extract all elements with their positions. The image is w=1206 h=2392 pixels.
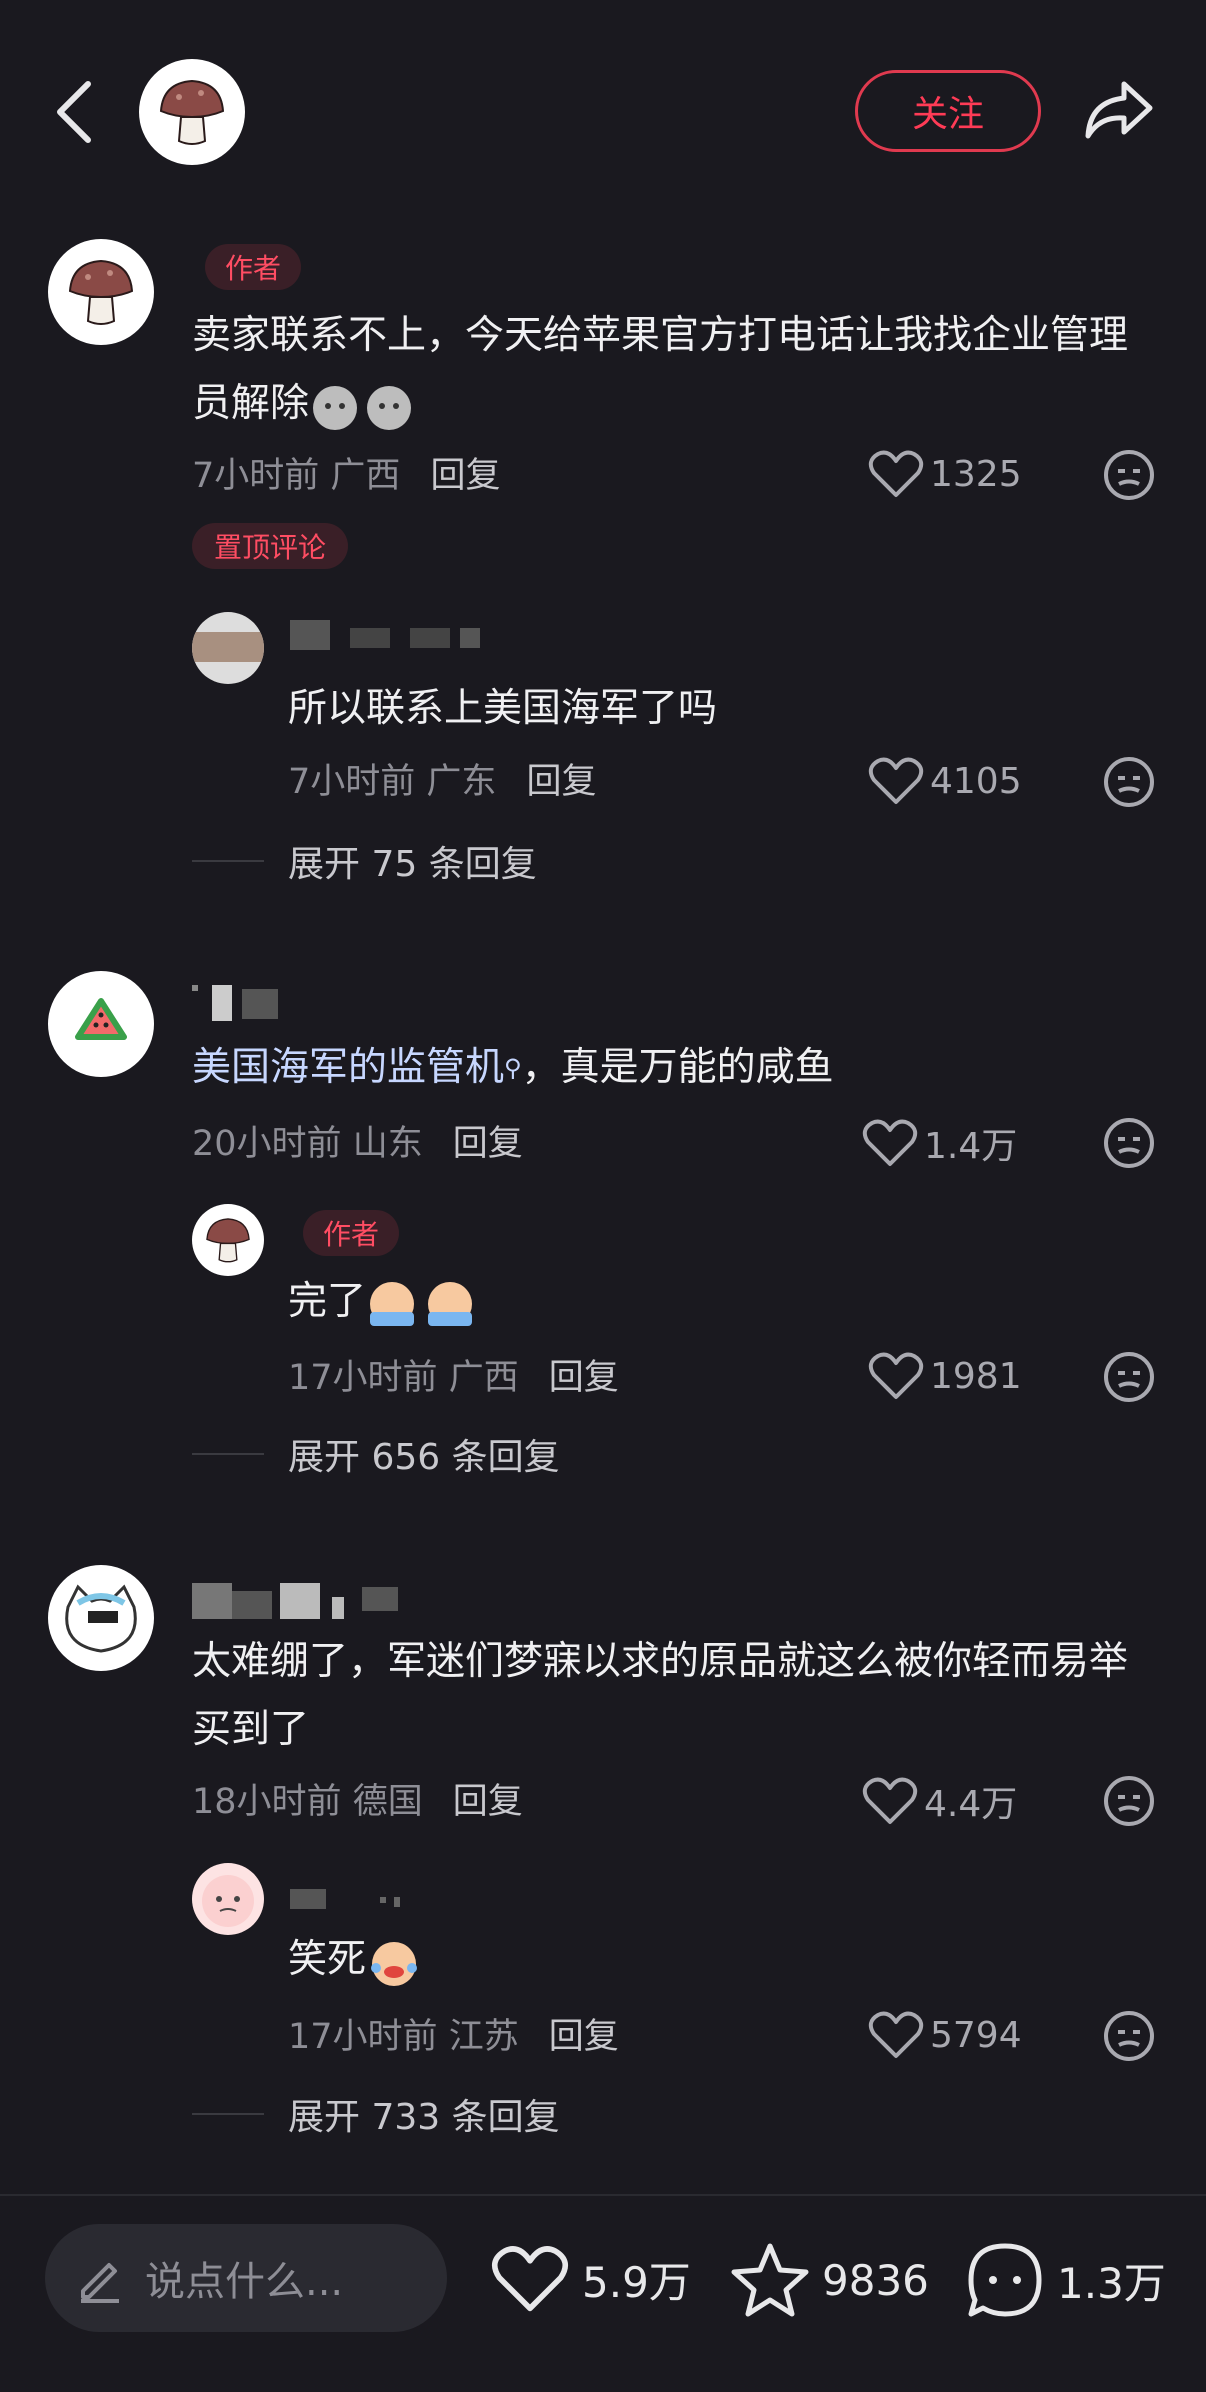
reply-meta: 7小时前 广东 回复: [288, 762, 597, 802]
comment-input-placeholder: 说点什么...: [145, 2259, 344, 2305]
dislike-button[interactable]: [1103, 756, 1155, 808]
meh-face-icon: [1104, 1118, 1154, 1168]
mushroom-icon: [68, 259, 134, 325]
heart-icon: [868, 2011, 924, 2058]
chevron-left-icon: [57, 81, 91, 143]
share-icon: [1085, 81, 1153, 139]
reply-username-blurred: [290, 1885, 410, 1909]
mushroom-icon: [159, 79, 225, 145]
expand-replies-button[interactable]: 展开 733 条回复: [288, 2088, 560, 2140]
pinned-tag: 置顶评论: [192, 523, 348, 569]
reply-button[interactable]: 回复: [549, 1358, 619, 1398]
comment-text: 卖家联系不上，今天给苹果官方打电话让我找企业管理员解除: [192, 302, 1162, 438]
chat-bubble-icon: [968, 2243, 1042, 2317]
reply-username-blurred: [290, 620, 490, 650]
divider: [192, 860, 264, 862]
author-tag: 作者: [205, 244, 301, 290]
dislike-button[interactable]: [1103, 1775, 1155, 1827]
like-count: 1325: [930, 453, 1022, 495]
comment-username-blurred: [192, 985, 292, 1021]
divider: [192, 2113, 264, 2115]
cat-icon: [65, 1584, 137, 1653]
dislike-button[interactable]: [1103, 2010, 1155, 2062]
like-count: 1.4万: [924, 1126, 1018, 1167]
favorite-button[interactable]: 9836: [730, 2242, 929, 2318]
like-count: 5794: [930, 2014, 1022, 2056]
heart-icon: [868, 757, 924, 804]
author-avatar[interactable]: [139, 59, 245, 165]
comment-count: 1.3万: [1057, 2258, 1166, 2308]
keyword-link[interactable]: 美国海军的监管机: [192, 1045, 504, 1090]
reply-meta: 17小时前 江苏 回复: [288, 2017, 619, 2057]
like-count: 1981: [930, 1355, 1022, 1397]
expand-replies-button[interactable]: 展开 656 条回复: [288, 1428, 560, 1480]
comment-text: 太难绷了，军迷们梦寐以求的原品就这么被你轻而易举买到了: [192, 1639, 1129, 1752]
reply-button[interactable]: 回复: [453, 1124, 523, 1164]
like-button[interactable]: 4105: [868, 756, 1022, 806]
meh-face-icon: [1104, 2011, 1154, 2061]
reply-text: 完了: [288, 1268, 478, 1336]
pencil-icon: [81, 2263, 119, 2303]
reply-avatar[interactable]: [192, 1204, 264, 1276]
meh-face-icon: [1104, 1776, 1154, 1826]
reply-avatar[interactable]: [192, 612, 264, 684]
follow-button[interactable]: 关注: [855, 70, 1041, 152]
comment-meta: 20小时前 山东 回复: [192, 1124, 523, 1164]
divider: [192, 1453, 264, 1455]
like-total: 5.9万: [582, 2257, 691, 2307]
like-total-button[interactable]: 5.9万: [490, 2244, 691, 2314]
author-tag: 作者: [303, 1210, 399, 1256]
comment-avatar[interactable]: [48, 1565, 154, 1671]
meh-face-icon: [1104, 450, 1154, 500]
comment-text: 美国海军的监管机⚲，真是万能的咸鱼: [192, 1045, 834, 1090]
heart-icon: [862, 1119, 918, 1166]
comment-username-blurred: [192, 1583, 412, 1619]
heart-icon: [491, 2246, 569, 2312]
reply-text: 笑死: [288, 1926, 422, 1994]
back-button[interactable]: [50, 78, 98, 146]
share-button[interactable]: [1082, 78, 1154, 142]
reply-meta: 17小时前 广西 回复: [288, 1358, 619, 1398]
cartoon-face-icon: [202, 1875, 254, 1927]
watermelon-icon: [75, 998, 127, 1040]
reply-avatar[interactable]: [192, 1863, 264, 1935]
search-icon: ⚲: [504, 1054, 522, 1082]
heart-icon: [868, 1352, 924, 1399]
favorite-count: 9836: [822, 2255, 929, 2305]
like-button[interactable]: 5794: [868, 2010, 1022, 2060]
reply-button[interactable]: 回复: [453, 1782, 523, 1822]
like-button[interactable]: 1325: [868, 449, 1022, 499]
comment-meta: 7小时前 广西 回复: [192, 456, 501, 496]
crying-laugh-emoji-icon: [366, 1936, 422, 1988]
heart-icon: [862, 1777, 918, 1824]
crying-emoji-icon: [366, 1278, 478, 1330]
like-button[interactable]: 1981: [868, 1351, 1022, 1401]
comment-avatar[interactable]: [48, 239, 154, 345]
reply-button[interactable]: 回复: [430, 456, 500, 496]
crying-emoji-icon: [309, 380, 419, 432]
like-count: 4105: [930, 760, 1022, 802]
dislike-button[interactable]: [1103, 1351, 1155, 1403]
reply-button[interactable]: 回复: [526, 762, 596, 802]
like-count: 4.4万: [924, 1784, 1018, 1825]
expand-replies-button[interactable]: 展开 75 条回复: [288, 835, 537, 887]
comments-button[interactable]: 1.3万: [965, 2240, 1166, 2320]
like-button[interactable]: 1.4万: [862, 1117, 1017, 1169]
star-icon: [731, 2243, 809, 2317]
like-button[interactable]: 4.4万: [862, 1775, 1017, 1827]
comment-input[interactable]: 说点什么...: [45, 2224, 447, 2332]
dislike-button[interactable]: [1103, 449, 1155, 501]
meh-face-icon: [1104, 757, 1154, 807]
comment-meta: 18小时前 德国 回复: [192, 1782, 523, 1822]
reply-button[interactable]: 回复: [549, 2017, 619, 2057]
meh-face-icon: [1104, 1352, 1154, 1402]
heart-icon: [868, 450, 924, 497]
comment-avatar[interactable]: [48, 971, 154, 1077]
dislike-button[interactable]: [1103, 1117, 1155, 1169]
reply-text: 所以联系上美国海军了吗: [288, 686, 718, 731]
mushroom-icon: [206, 1218, 250, 1263]
